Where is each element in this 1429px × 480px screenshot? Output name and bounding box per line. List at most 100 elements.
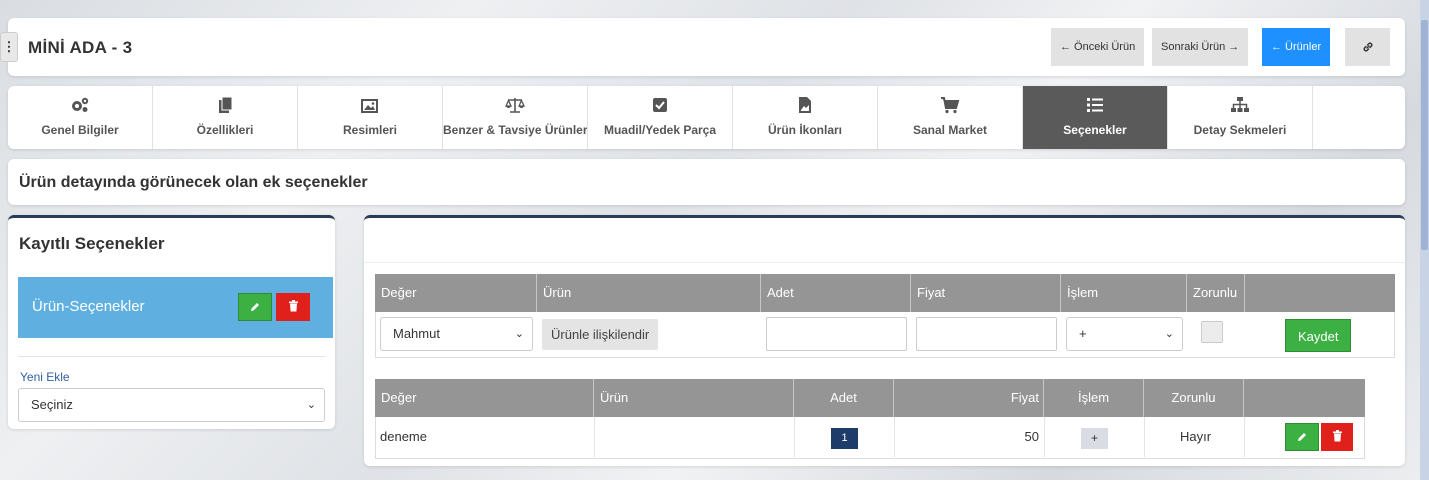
table-row: deneme 1 50 + Hayır [375, 417, 1365, 459]
tab-label: Muadil/Yedek Parça [603, 123, 717, 137]
cell-urun [595, 417, 795, 457]
form-header-deger: Değer [375, 274, 537, 312]
tab-general-info[interactable]: Genel Bilgiler [8, 86, 153, 149]
form-header-adet: Adet [761, 274, 911, 312]
balance-scale-icon [505, 98, 525, 113]
row-fiyat: 50 [1024, 429, 1039, 444]
form-header-fiyat: Fiyat [911, 274, 1061, 312]
edit-option-button[interactable] [238, 293, 272, 321]
table-header-actions [1244, 379, 1365, 417]
product-tabs: Genel Bilgiler Özellikleri Resimleri Ben… [8, 86, 1405, 149]
tab-label: Sanal Market [912, 123, 988, 137]
option-list-item[interactable]: Ürün-Seçenekler [18, 277, 333, 338]
table-header-deger: Değer [375, 379, 594, 417]
tab-label: Genel Bilgiler [41, 123, 119, 137]
section-title: Ürün detayında görünecek olan ek seçenek… [19, 174, 368, 191]
chevron-down-icon: ⌄ [514, 328, 524, 340]
more-menu-icon[interactable]: ⋮ [0, 32, 18, 62]
page-scrollbar-thumb[interactable] [1421, 20, 1428, 250]
table-header-zorunlu: Zorunlu [1144, 379, 1244, 417]
form-header-zorunlu: Zorunlu [1187, 274, 1245, 312]
cell-islem: + [1045, 417, 1145, 457]
fiyat-input[interactable] [916, 317, 1057, 351]
pencil-icon [251, 303, 259, 311]
form-header-islem: İşlem [1061, 274, 1187, 312]
zorunlu-checkbox[interactable] [1201, 321, 1223, 343]
tab-virtual-market[interactable]: Sanal Market [878, 86, 1023, 149]
islem-select-value: + [1079, 326, 1087, 341]
cell-zorunlu: Hayır [1145, 417, 1245, 457]
tab-spare-parts[interactable]: Muadil/Yedek Parça [588, 86, 733, 149]
saved-options-title: Kayıtlı Seçenekler [19, 234, 165, 253]
previous-product-button[interactable]: ← Önceki Ürün [1051, 28, 1145, 66]
form-header-urun: Ürün [537, 274, 761, 312]
tab-options[interactable]: Seçenekler [1023, 86, 1168, 149]
files-icon [219, 96, 233, 113]
link-icon [1363, 42, 1372, 52]
trash-icon [1332, 430, 1342, 442]
tab-label: Özellikleri [196, 123, 254, 137]
options-editor-panel: Değer Ürün Adet Fiyat İşlem Zorunlu Mahm… [364, 215, 1405, 466]
option-form-row: Mahmut ⌄ Ürünle ilişkilendir + ⌄ Kaydet [375, 312, 1395, 358]
table-header-fiyat: Fiyat [894, 379, 1044, 417]
sitemap-icon [1231, 97, 1249, 112]
value-select-value: Mahmut [393, 326, 440, 341]
pencil-icon [1298, 433, 1306, 441]
chevron-down-icon: ⌄ [1164, 328, 1174, 340]
option-item-label: Ürün-Seçenekler [32, 298, 145, 315]
page-title: MİNİ ADA - 3 [28, 38, 133, 57]
tab-similar-products[interactable]: Benzer & Tavsiye Ürünler [443, 86, 588, 149]
row-islem-badge: + [1081, 428, 1108, 449]
cell-deger: deneme [376, 417, 595, 457]
cogs-icon [72, 97, 89, 112]
cart-icon [941, 97, 960, 114]
save-button[interactable]: Kaydet [1285, 319, 1352, 352]
row-zorunlu: Hayır [1180, 429, 1212, 444]
image-icon [361, 99, 378, 113]
delete-row-button[interactable] [1321, 423, 1353, 451]
value-select[interactable]: Mahmut ⌄ [380, 317, 533, 351]
section-title-bar: Ürün detayında görünecek olan ek seçenek… [8, 159, 1405, 205]
tab-product-icons[interactable]: Ürün İkonları [733, 86, 878, 149]
tab-label: Resimleri [342, 123, 398, 137]
next-product-button[interactable]: Sonraki Ürün → [1152, 28, 1249, 66]
tab-label: Ürün İkonları [767, 123, 842, 137]
delete-option-button[interactable] [276, 293, 310, 321]
trash-icon [288, 300, 298, 312]
islem-select[interactable]: + ⌄ [1066, 317, 1183, 351]
form-header-actions [1245, 274, 1395, 312]
relate-product-button[interactable]: Ürünle ilişkilendir [542, 319, 659, 350]
divider [364, 262, 1405, 263]
tab-label: Detay Sekmeleri [1193, 123, 1287, 137]
link-button[interactable] [1345, 28, 1390, 66]
new-option-select-value: Seçiniz [31, 397, 73, 412]
tab-label: Benzer & Tavsiye Ürünler [443, 123, 587, 137]
products-button[interactable]: ← Ürünler [1262, 28, 1331, 66]
product-header: ⋮ MİNİ ADA - 3 ← Önceki Ürün Sonraki Ürü… [0, 18, 1405, 76]
check-square-icon [653, 98, 667, 112]
chevron-down-icon: ⌄ [306, 399, 316, 411]
edit-row-button[interactable] [1285, 423, 1319, 451]
adet-input[interactable] [766, 317, 907, 351]
form-header-row: Değer Ürün Adet Fiyat İşlem Zorunlu [375, 274, 1395, 312]
tab-images[interactable]: Resimleri [298, 86, 443, 149]
table-header-row: Değer Ürün Adet Fiyat İşlem Zorunlu [375, 379, 1365, 417]
new-option-label: Yeni Ekle [20, 370, 70, 384]
table-header-islem: İşlem [1044, 379, 1144, 417]
row-adet-badge: 1 [831, 428, 858, 449]
page-scrollbar[interactable] [1420, 0, 1429, 480]
cell-actions [1245, 417, 1364, 457]
cell-adet: 1 [795, 417, 895, 457]
table-header-urun: Ürün [594, 379, 794, 417]
file-image-icon [799, 97, 811, 113]
tab-label: Seçenekler [1063, 123, 1127, 137]
new-option-select[interactable]: Seçiniz ⌄ [18, 388, 325, 422]
list-icon [1087, 98, 1103, 112]
divider [18, 356, 325, 357]
tab-features[interactable]: Özellikleri [153, 86, 298, 149]
saved-options-panel: Kayıtlı Seçenekler Ürün-Seçenekler Yeni … [8, 215, 335, 429]
row-deger: deneme [380, 429, 427, 444]
table-header-adet: Adet [794, 379, 894, 417]
tab-detail-tabs[interactable]: Detay Sekmeleri [1168, 86, 1313, 149]
cell-fiyat: 50 [895, 417, 1045, 457]
